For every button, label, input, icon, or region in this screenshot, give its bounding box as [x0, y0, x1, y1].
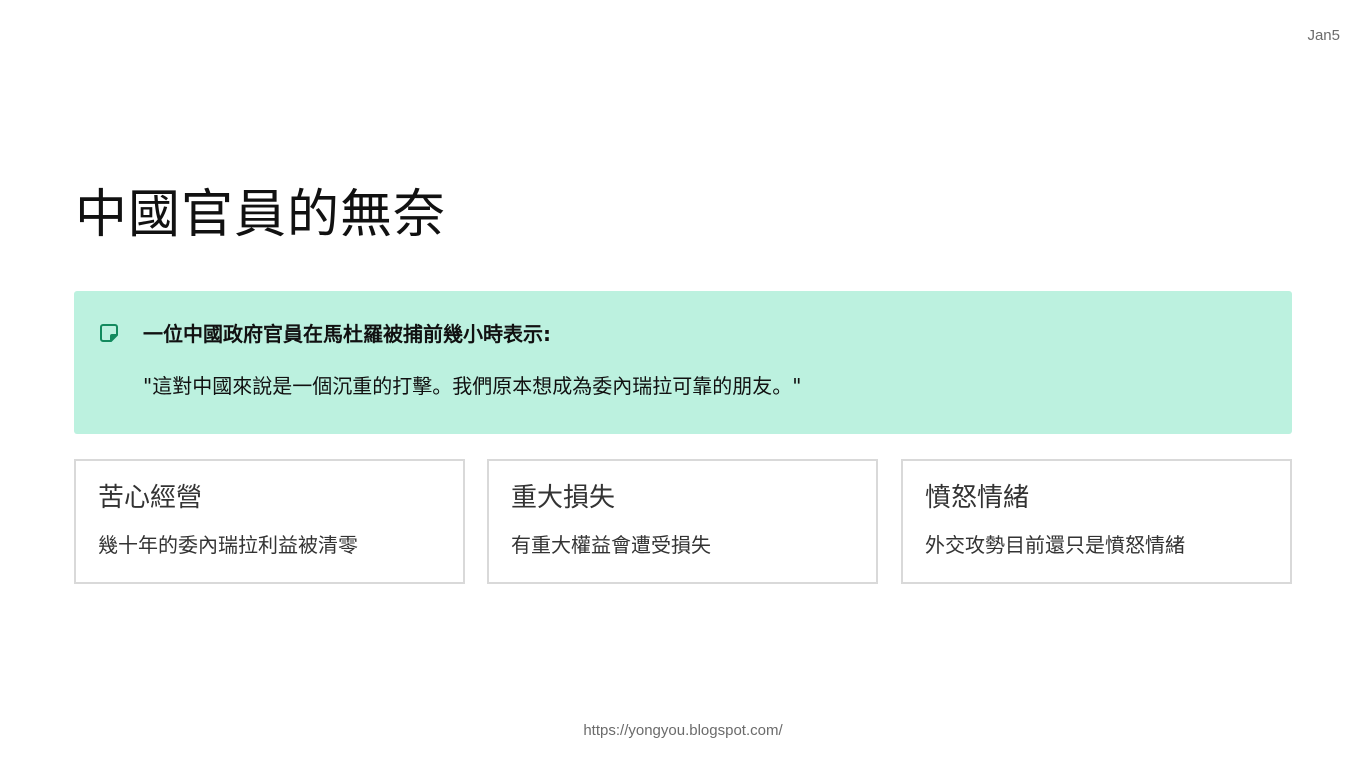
card-hard-work: 苦心經營 幾十年的委內瑞拉利益被清零	[74, 459, 465, 584]
card-body: 外交攻勢目前還只是憤怒情緒	[925, 533, 1185, 557]
card-major-loss: 重大損失 有重大權益會遭受損失	[487, 459, 878, 584]
callout-box: 一位中國政府官員在馬杜羅被捕前幾小時表示: "這對中國來說是一個沉重的打擊。我們…	[74, 291, 1292, 434]
card-title: 憤怒情緒	[925, 483, 1030, 513]
card-anger: 憤怒情緒 外交攻勢目前還只是憤怒情緒	[901, 459, 1292, 584]
footer-url: https://yongyou.blogspot.com/	[583, 722, 783, 739]
note-icon	[99, 323, 119, 343]
card-body: 有重大權益會遭受損失	[511, 533, 711, 557]
callout-quote: "這對中國來說是一個沉重的打擊。我們原本想成為委內瑞拉可靠的朋友。"	[143, 374, 802, 398]
card-title: 重大損失	[511, 483, 616, 513]
card-title: 苦心經營	[98, 483, 203, 513]
card-body: 幾十年的委內瑞拉利益被清零	[98, 533, 358, 557]
slide: Jan5 中國官員的無奈 一位中國政府官員在馬杜羅被捕前幾小時表示: "這對中國…	[0, 0, 1366, 768]
card-row: 苦心經營 幾十年的委內瑞拉利益被清零 重大損失 有重大權益會遭受損失 憤怒情緒 …	[74, 459, 1292, 584]
date-label: Jan5	[1307, 27, 1340, 44]
callout-heading: 一位中國政府官員在馬杜羅被捕前幾小時表示:	[143, 322, 551, 346]
slide-title: 中國官員的無奈	[75, 185, 447, 245]
